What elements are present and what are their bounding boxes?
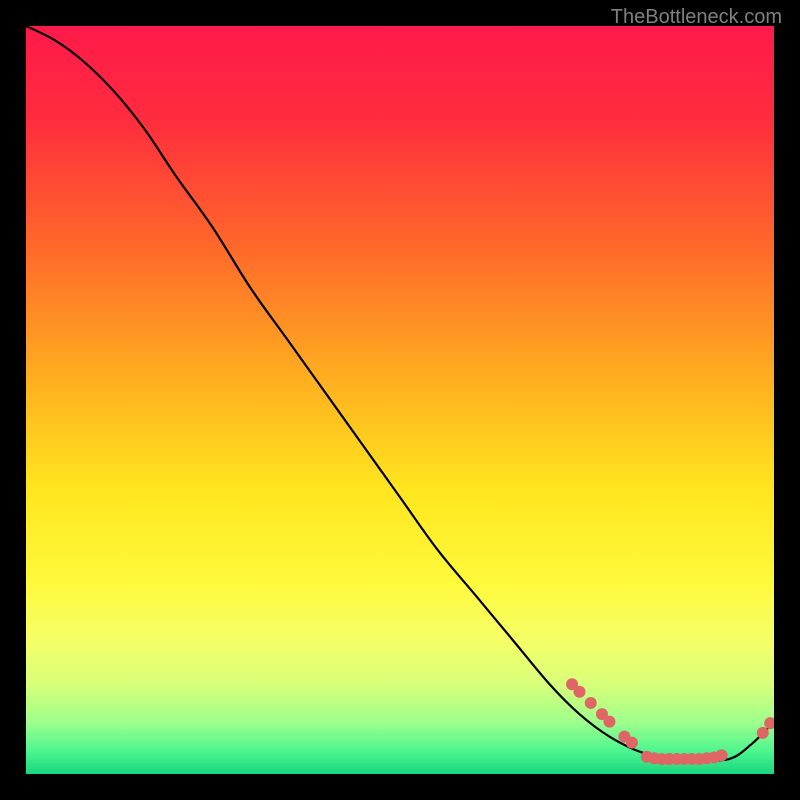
gradient-background (26, 26, 774, 774)
plot-area (26, 26, 774, 774)
watermark-text: TheBottleneck.com (611, 6, 782, 29)
